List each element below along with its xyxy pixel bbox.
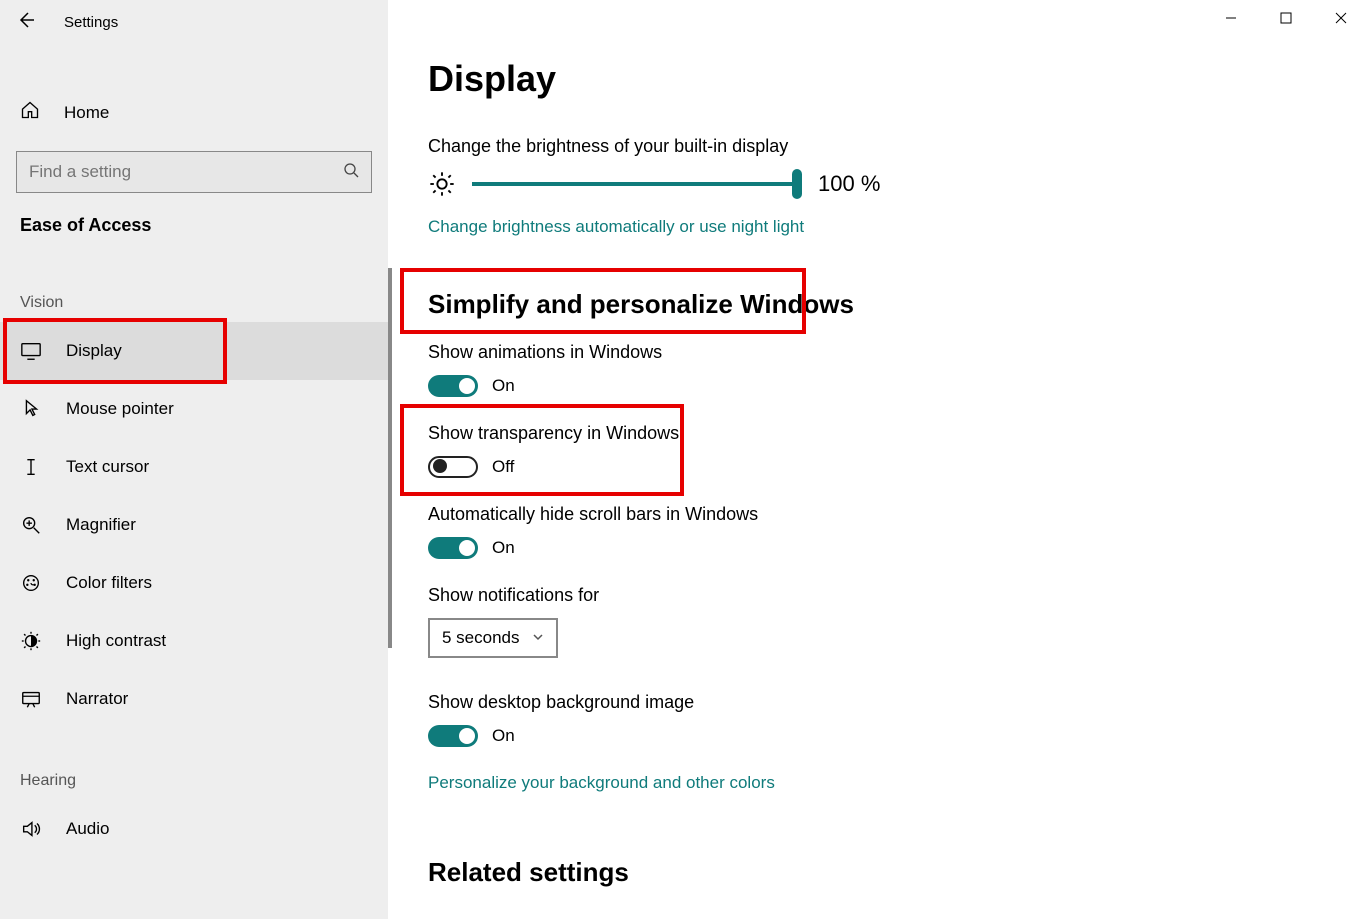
sidebar-home-label: Home [64,103,109,123]
brightness-value: 100 % [818,171,880,197]
personalize-link[interactable]: Personalize your background and other co… [428,773,775,793]
brightness-link[interactable]: Change brightness automatically or use n… [428,217,804,237]
notifications-dropdown[interactable]: 5 seconds [428,618,558,658]
section-related-heading: Related settings [428,857,1328,888]
transparency-toggle[interactable] [428,456,478,478]
sidebar-item-label: Mouse pointer [66,399,174,419]
color-filters-icon [20,572,42,594]
desktopbg-toggle[interactable] [428,725,478,747]
animations-state: On [492,376,515,396]
audio-icon [20,818,42,840]
animations-label: Show animations in Windows [428,342,1328,363]
magnifier-icon [20,514,42,536]
sidebar: Settings Home Ease of Access Vision Disp… [0,0,388,919]
sidebar-item-display[interactable]: Display [0,322,388,380]
sidebar-item-label: Color filters [66,573,152,593]
transparency-state: Off [492,457,514,477]
mouse-pointer-icon [20,398,42,420]
scroll-indicator[interactable] [388,268,392,648]
sidebar-group-vision: Vision [0,236,388,322]
sidebar-item-label: Audio [66,819,109,839]
section-simplify-heading: Simplify and personalize Windows [428,289,1328,320]
desktopbg-label: Show desktop background image [428,692,1328,713]
notifications-value: 5 seconds [442,628,520,648]
brightness-slider[interactable] [472,169,802,199]
sidebar-category: Ease of Access [0,193,388,236]
scrollbars-label: Automatically hide scroll bars in Window… [428,504,1328,525]
sidebar-item-label: Magnifier [66,515,136,535]
sidebar-item-audio[interactable]: Audio [0,800,388,858]
chevron-down-icon [532,631,544,646]
back-button[interactable] [16,10,44,34]
sidebar-item-label: Display [66,341,122,361]
transparency-label: Show transparency in Windows [428,423,1328,444]
page-title: Display [428,58,1328,100]
desktopbg-state: On [492,726,515,746]
scrollbars-state: On [492,538,515,558]
text-cursor-icon [20,456,42,478]
sidebar-item-mouse[interactable]: Mouse pointer [0,380,388,438]
search-input-container[interactable] [16,151,372,193]
window-title: Settings [64,14,118,31]
search-icon [343,162,359,183]
sidebar-item-label: Narrator [66,689,128,709]
sidebar-item-highcontrast[interactable]: High contrast [0,612,388,670]
display-icon [20,340,42,362]
sidebar-item-label: Text cursor [66,457,149,477]
scrollbars-toggle[interactable] [428,537,478,559]
notifications-label: Show notifications for [428,585,1328,606]
sidebar-item-cursor[interactable]: Text cursor [0,438,388,496]
sidebar-item-colorfilters[interactable]: Color filters [0,554,388,612]
animations-toggle[interactable] [428,375,478,397]
main-content: Display Change the brightness of your bu… [388,0,1368,919]
narrator-icon [20,688,42,710]
sidebar-item-label: High contrast [66,631,166,651]
high-contrast-icon [20,630,42,652]
brightness-label: Change the brightness of your built-in d… [428,136,1328,157]
search-input[interactable] [29,162,329,182]
sidebar-home[interactable]: Home [0,88,388,137]
brightness-icon [428,170,456,198]
sidebar-item-narrator[interactable]: Narrator [0,670,388,728]
sidebar-item-magnifier[interactable]: Magnifier [0,496,388,554]
sidebar-group-hearing: Hearing [0,728,388,800]
home-icon [20,100,40,125]
